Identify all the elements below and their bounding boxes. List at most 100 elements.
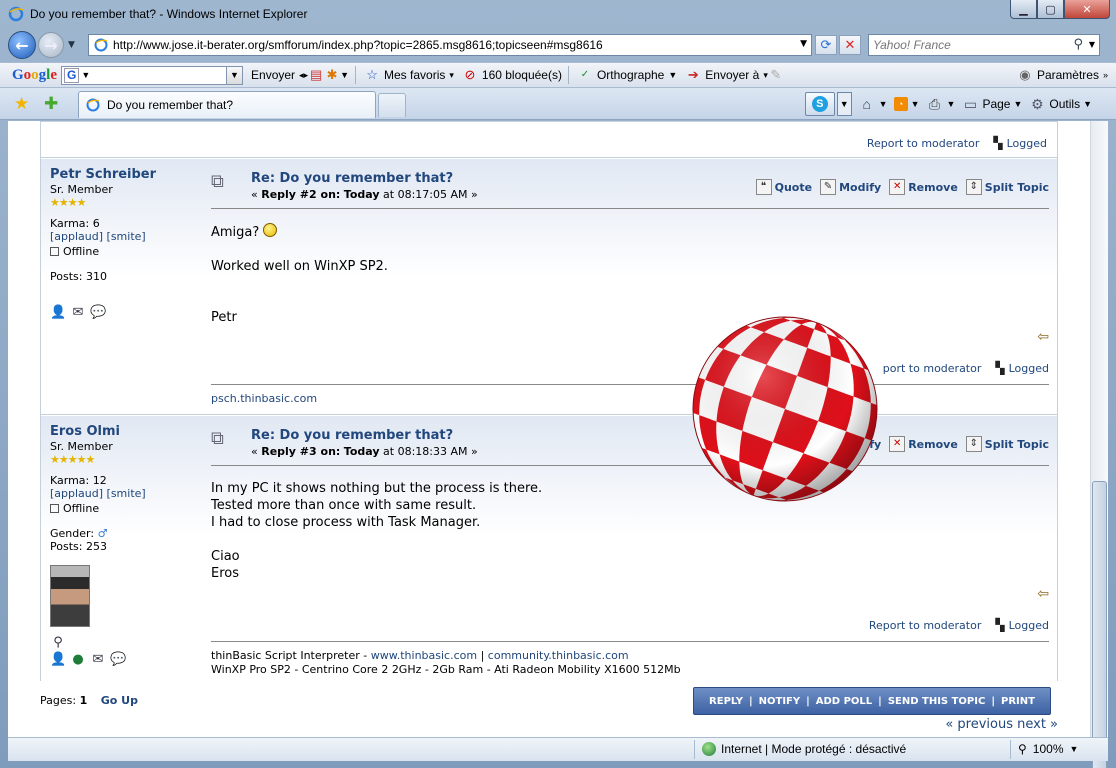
history-dropdown-icon[interactable]: ▼: [68, 40, 75, 50]
maximize-button[interactable]: ▢: [1037, 0, 1064, 19]
search-box[interactable]: ⚲ ▼: [868, 34, 1100, 56]
blocked-icon: ⊘: [464, 67, 476, 82]
feeds-button[interactable]: ◔ ▼: [893, 97, 920, 111]
karma: Karma: 12: [50, 474, 107, 487]
forward-button[interactable]: →: [38, 32, 64, 58]
email-icon[interactable]: ✉: [70, 305, 86, 320]
profile-icon[interactable]: 👤: [50, 305, 66, 320]
google-favorites-button[interactable]: ☆ Mes favoris ▾: [364, 67, 454, 83]
boing-ball-window[interactable]: [692, 316, 878, 502]
add-favorite-icon[interactable]: ✚: [44, 94, 58, 114]
address-dropdown-icon[interactable]: ▼: [800, 39, 807, 49]
stop-button[interactable]: ✕: [839, 35, 861, 55]
vertical-scrollbar[interactable]: [1090, 121, 1108, 768]
zoom-control[interactable]: ⚲ 100% ▼: [1018, 742, 1078, 756]
quick-quote-icon[interactable]: ⇦: [1037, 329, 1049, 345]
globe-icon[interactable]: ●: [70, 652, 86, 667]
send-to-button[interactable]: ➔ Envoyer à ▾: [685, 67, 768, 83]
split-topic-button[interactable]: ⇕ Split Topic: [965, 436, 1049, 452]
chevron-right-icon[interactable]: »: [1103, 70, 1108, 80]
applaud-smite-links[interactable]: [applaud] [smite]: [50, 487, 200, 500]
remove-button[interactable]: ✕ Remove: [889, 436, 958, 452]
post-reply-3: Eros Olmi Sr. Member ★★★★★ Karma: 12 [ap…: [41, 416, 1057, 682]
printer-icon: ⎙: [928, 95, 941, 112]
page-menu[interactable]: ▭ Page ▼: [961, 95, 1023, 113]
profile-icon[interactable]: 👤: [50, 652, 66, 667]
quick-quote-icon[interactable]: ⇦: [1037, 586, 1049, 602]
send-topic-button[interactable]: SEND THIS TOPIC: [888, 696, 986, 707]
karma: Karma: 6: [50, 217, 100, 230]
address-bar[interactable]: http://www.jose.it-berater.org/smfforum/…: [88, 34, 812, 56]
new-tab-button[interactable]: [378, 93, 406, 117]
signature-link[interactable]: psch.thinbasic.com: [211, 392, 317, 405]
poster-name[interactable]: Petr Schreiber: [50, 167, 200, 182]
website-icon[interactable]: ⚲: [50, 635, 66, 650]
close-window-button[interactable]: ✕: [1064, 0, 1110, 19]
print-button[interactable]: ⎙ ▼: [926, 95, 956, 113]
google-send-button[interactable]: Envoyer ◂▸: [251, 68, 308, 82]
poster-name[interactable]: Eros Olmi: [50, 424, 200, 439]
skype-dropdown-icon[interactable]: ▼: [836, 92, 852, 116]
scrollbar-thumb[interactable]: [1092, 481, 1107, 768]
skype-button[interactable]: S: [804, 92, 835, 116]
applaud-smite-links[interactable]: [applaud] [smite]: [50, 230, 200, 243]
go-up-link[interactable]: Go Up: [101, 694, 138, 707]
google-logo[interactable]: Google: [12, 67, 57, 84]
report-to-moderator-link[interactable]: port to moderator: [883, 362, 982, 375]
report-to-moderator-link[interactable]: Report to moderator: [869, 619, 982, 632]
tools-menu[interactable]: ⚙ Outils ▼: [1028, 95, 1092, 113]
forum-thread: Report to moderator ▚ Logged Petr Schreib…: [40, 121, 1058, 682]
search-input[interactable]: [873, 35, 1073, 55]
print-topic-button[interactable]: PRINT: [1001, 696, 1035, 707]
favorites-center-icon[interactable]: ★: [14, 94, 29, 114]
minimize-button[interactable]: ▁: [1010, 0, 1037, 19]
personal-message-icon[interactable]: 💬: [110, 652, 126, 667]
add-poll-button[interactable]: ADD POLL: [816, 696, 872, 707]
google-search-dropdown[interactable]: ▼: [227, 65, 244, 85]
email-icon[interactable]: ✉: [90, 652, 106, 667]
google-settings-button[interactable]: Paramètres: [1037, 68, 1099, 82]
poster-rank: Sr. Member: [50, 440, 113, 453]
bookmarks-icon[interactable]: ▤: [308, 67, 324, 83]
puzzle-icon[interactable]: ✱: [324, 67, 340, 83]
avatar: [50, 565, 90, 627]
notify-button[interactable]: NOTIFY: [759, 696, 800, 707]
command-bar: S ▼ ⌂ ▼ ◔ ▼ ⎙ ▼ ▭ Page ▼ ⚙ Outils ▼: [804, 92, 1092, 116]
home-button[interactable]: ⌂ ▼: [858, 95, 887, 113]
quote-icon: ❝: [755, 179, 772, 195]
logged-label: Logged: [1008, 618, 1049, 632]
page-icon: [94, 38, 108, 52]
google-search-badge: G: [64, 67, 80, 83]
current-page[interactable]: 1: [80, 694, 88, 707]
gear-icon: ⚙: [1031, 95, 1044, 112]
quote-button[interactable]: ❝ Quote: [755, 179, 812, 195]
google-engine-dropdown-icon[interactable]: ▼: [81, 70, 90, 80]
refresh-button[interactable]: ⟳: [815, 35, 837, 55]
search-icon[interactable]: ⚲: [1073, 37, 1083, 52]
remove-button[interactable]: ✕ Remove: [889, 179, 958, 195]
post-count: Posts: 253: [50, 540, 107, 553]
zoom-icon: ⚲: [1018, 742, 1027, 756]
back-button[interactable]: ←: [8, 31, 36, 59]
google-search-input[interactable]: G ▼: [61, 65, 228, 85]
tab-do-you-remember[interactable]: Do you remember that?: [78, 91, 376, 118]
report-to-moderator-link[interactable]: Report to moderator: [867, 137, 980, 150]
personal-message-icon[interactable]: 💬: [90, 305, 106, 320]
spellcheck-button[interactable]: ✓ Orthographe ▼: [577, 67, 678, 83]
thinbasic-link[interactable]: www.thinbasic.com: [371, 649, 477, 662]
security-zone[interactable]: Internet | Mode protégé : désactivé: [702, 742, 906, 756]
popup-blocker-button[interactable]: ⊘ 160 bloquée(s): [462, 67, 562, 83]
post-subject[interactable]: Re: Do you remember that?: [251, 171, 453, 186]
post-text: Amiga? Worked well on WinXP SP2. Petr: [211, 223, 388, 325]
rank-stars: ★★★★: [50, 196, 86, 209]
url-text[interactable]: http://www.jose.it-berater.org/smfforum/…: [113, 38, 603, 52]
highlighter-icon[interactable]: ✎: [768, 67, 784, 83]
reply-button[interactable]: REPLY: [709, 696, 743, 707]
previous-next-links[interactable]: « previous next »: [945, 717, 1058, 732]
search-options-dropdown-icon[interactable]: ▼: [1089, 40, 1095, 49]
post-subject[interactable]: Re: Do you remember that?: [251, 428, 453, 443]
modify-button[interactable]: ✎ Modify: [820, 179, 881, 195]
chevron-down-icon[interactable]: ▼: [340, 70, 349, 80]
split-topic-button[interactable]: ⇕ Split Topic: [965, 179, 1049, 195]
community-link[interactable]: community.thinbasic.com: [488, 649, 629, 662]
